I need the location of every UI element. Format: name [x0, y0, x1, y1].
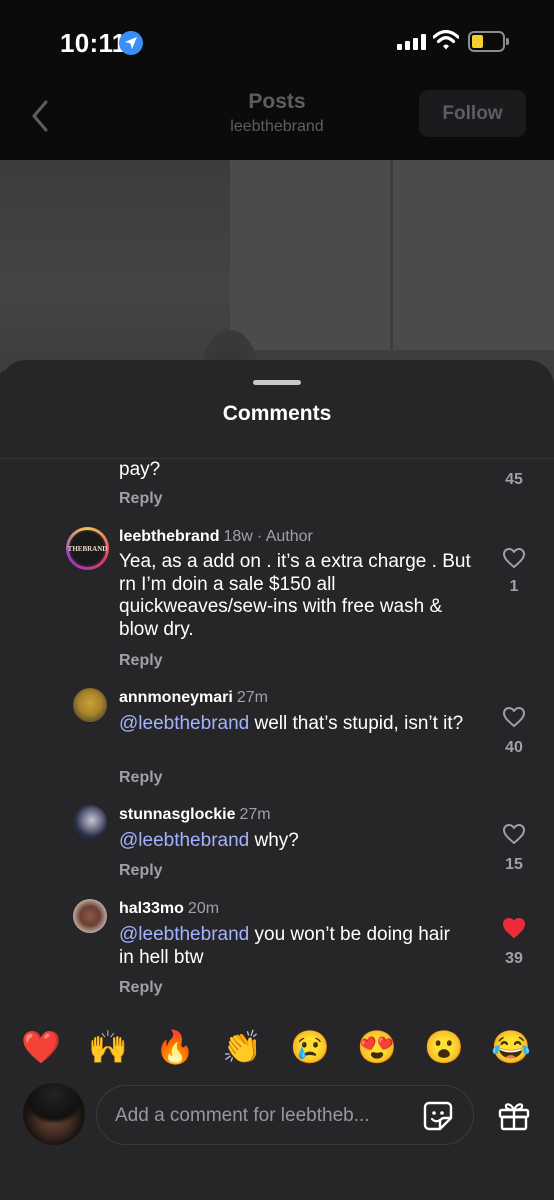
comment-username[interactable]: stunnasglockie 27m	[119, 806, 271, 824]
status-time: 10:11	[60, 28, 127, 58]
comment-input[interactable]: Add a comment for leebtheb...	[96, 1085, 474, 1145]
reaction-bar: ❤️ 🙌 🔥 👏 😢 😍 😮 😂	[0, 1025, 554, 1071]
comment-text: @leebthebrand you won’t be doing hair in…	[119, 924, 450, 968]
reaction-wow[interactable]: 😮	[424, 1025, 464, 1069]
comments-list[interactable]: pay? Reply 45 THEBRAND leebthebrand 18w · …	[0, 459, 554, 999]
mention-link[interactable]: @leebthebrand	[119, 924, 249, 945]
like-count: 40	[505, 739, 523, 756]
heart-icon[interactable]	[502, 823, 526, 845]
comment-text: @leebthebrand well that’s stupid, isn’t …	[119, 713, 464, 734]
like-count: 1	[509, 578, 519, 595]
header: Posts leebthebrand Follow	[0, 84, 554, 160]
avatar[interactable]	[73, 688, 107, 722]
reply-button[interactable]: Reply	[119, 862, 163, 880]
avatar[interactable]	[23, 1083, 85, 1145]
comment-text: @leebthebrand why?	[119, 830, 299, 851]
comment-input-placeholder: Add a comment for leebtheb...	[115, 1105, 370, 1126]
gift-icon[interactable]	[497, 1098, 531, 1132]
drag-handle[interactable]	[253, 380, 301, 385]
reaction-raised-hands[interactable]: 🙌	[88, 1025, 128, 1069]
heart-icon[interactable]	[502, 917, 526, 939]
like-count: 15	[505, 856, 523, 873]
mention-link[interactable]: @leebthebrand	[119, 830, 249, 851]
comment-username[interactable]: annmoneymari 27m	[119, 689, 268, 707]
reply-button[interactable]: Reply	[119, 769, 163, 787]
wifi-icon	[433, 29, 459, 50]
reaction-laugh[interactable]: 😂	[491, 1025, 531, 1069]
reply-button[interactable]: Reply	[119, 979, 163, 997]
sheet-title: Comments	[222, 402, 332, 425]
signal-icon	[397, 34, 427, 50]
reaction-fire[interactable]: 🔥	[155, 1025, 195, 1069]
follow-button[interactable]: Follow	[419, 90, 526, 137]
mention-link[interactable]: @leebthebrand	[119, 713, 249, 734]
comment-text: Yea, as a add on . it’s a extra charge .…	[119, 551, 471, 640]
reaction-clap[interactable]: 👏	[222, 1025, 262, 1069]
like-count: 45	[505, 471, 523, 488]
avatar[interactable]	[73, 899, 107, 933]
comment-username[interactable]: leebthebrand 18w · Author	[119, 528, 313, 546]
avatar[interactable]	[73, 805, 107, 839]
comment-text: pay?	[119, 459, 161, 480]
comments-sheet: Comments pay? Reply 45 THEBRAND leebtheb…	[0, 360, 554, 1200]
location-arrow-icon	[119, 31, 143, 55]
reaction-heart[interactable]: ❤️	[21, 1025, 61, 1069]
heart-icon[interactable]	[502, 706, 526, 728]
heart-icon[interactable]	[502, 547, 526, 569]
battery-icon	[468, 31, 509, 52]
reaction-heart-eyes[interactable]: 😍	[357, 1025, 397, 1069]
sticker-icon[interactable]	[422, 1100, 454, 1132]
reaction-cry[interactable]: 😢	[290, 1025, 330, 1069]
status-bar: 10:11	[0, 0, 554, 84]
like-count: 39	[505, 950, 523, 967]
avatar[interactable]: THEBRAND	[66, 527, 109, 570]
reply-button[interactable]: Reply	[119, 490, 163, 508]
comment-username[interactable]: hal33mo 20m	[119, 900, 219, 918]
reply-button[interactable]: Reply	[119, 652, 163, 670]
